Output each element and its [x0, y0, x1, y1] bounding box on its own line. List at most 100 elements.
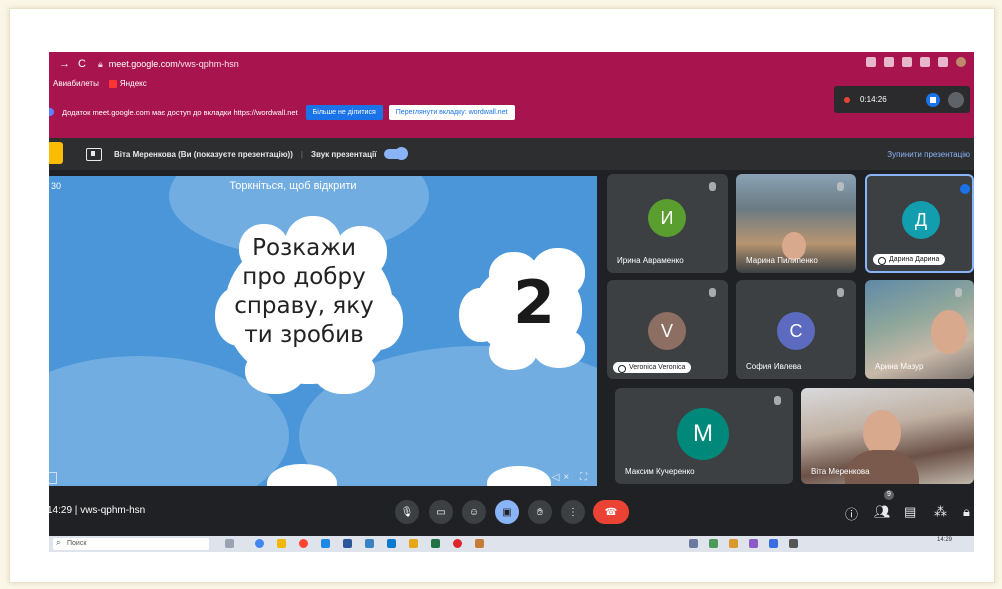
raise-hand-button[interactable]: ✋︎ — [528, 500, 552, 524]
back-forward-reload-icons[interactable]: →C — [59, 58, 94, 70]
participant-tile-maksym[interactable]: M Максим Кучеренко — [615, 388, 793, 484]
meeting-info: 14:29 | vws-qphm-hsn — [49, 505, 145, 516]
recording-dot-icon — [844, 96, 850, 103]
slide-number: 2 — [513, 268, 555, 338]
participant-tile-daryna[interactable]: Д Дарина Дарина — [865, 174, 974, 273]
presenting-bar: Віта Меренкова (Ви (показуєте презентаці… — [49, 138, 974, 170]
participant-name: Veronica Veronica — [613, 362, 692, 373]
toolbar-icons — [866, 57, 966, 67]
participant-name: Арина Мазур — [875, 362, 924, 371]
leave-call-button[interactable]: ☎︎ — [593, 500, 629, 524]
participant-tile-veronica[interactable]: V Veronica Veronica — [607, 280, 728, 379]
participant-tile-vita[interactable]: Віта Меренкова — [801, 388, 974, 484]
slide-topbar: 30 Торкніться, щоб відкрити — [49, 176, 597, 198]
yandex-icon — [108, 79, 117, 88]
recording-time: 0:14:26 — [860, 95, 887, 104]
paint-icon[interactable] — [475, 539, 484, 548]
word-icon[interactable] — [343, 539, 352, 548]
cloud-part — [245, 348, 305, 394]
chrome-icon[interactable] — [255, 539, 264, 548]
yandex-browser-icon[interactable] — [299, 539, 308, 548]
participant-name: Марина Пилипенко — [746, 256, 818, 265]
lock-icon: 🔒︎ — [97, 58, 103, 69]
presentation-sound-label: Звук презентації — [310, 149, 377, 159]
more-options-button[interactable]: ⋮ — [561, 500, 585, 524]
address-bar[interactable]: meet.google.com/vws-qphm-hsn — [109, 59, 239, 69]
recording-panel: 0:14:26 — [834, 86, 970, 113]
taskview-icon[interactable] — [225, 539, 234, 548]
cloud-part — [313, 348, 375, 394]
avatar: M — [677, 408, 729, 460]
bookmark-star-icon[interactable] — [884, 57, 894, 67]
presentation-slide[interactable]: 30 Торкніться, щоб відкрити Розкажи про … — [49, 176, 597, 486]
mic-muted-icon — [955, 288, 962, 297]
switch-tab-button[interactable]: Переглянути вкладку: wordwall.net — [388, 104, 515, 120]
explorer-icon[interactable] — [277, 539, 286, 548]
taskbar-clock: 14:29 — [936, 537, 952, 543]
search-icon: ⌕ — [56, 538, 61, 547]
store-icon[interactable] — [365, 539, 374, 548]
tray-icon — [709, 539, 718, 548]
browser-chrome: →C 🔒︎ meet.google.com/vws-qphm-hsn Авиаб… — [49, 52, 974, 138]
lock-icon[interactable]: 🔒︎ — [963, 504, 970, 520]
participant-name: Максим Кучеренко — [625, 467, 695, 476]
tray-icon — [749, 539, 758, 548]
sound-fullscreen-icons[interactable]: ◁× ⛶ — [552, 472, 591, 483]
participant-name: Ирина Авраменко — [617, 256, 684, 265]
participant-tile-sofia[interactable]: С София Ивлева — [736, 280, 856, 379]
people-icon[interactable]: 👥︎ — [874, 504, 891, 520]
app-icon[interactable] — [387, 539, 396, 548]
sidebar-icon[interactable] — [938, 57, 948, 67]
participant-tile-iryna[interactable]: И Ирина Авраменко — [607, 174, 728, 273]
tray-icon — [729, 539, 738, 548]
bookmark-label: Яндекс — [119, 79, 147, 88]
participant-name: Віта Меренкова — [811, 467, 870, 476]
taskbar-search[interactable]: Поиск — [53, 538, 209, 550]
question-text: Розкажи про добру справу, яку ти зробив — [234, 235, 374, 348]
participant-name: Дарина Дарина — [873, 254, 946, 265]
mail-icon[interactable] — [321, 539, 330, 548]
mic-muted-icon — [837, 288, 844, 297]
tray-icon — [789, 539, 798, 548]
mic-muted-icon — [774, 396, 781, 405]
opera-icon[interactable] — [453, 539, 462, 548]
mic-muted-icon — [837, 182, 844, 191]
avatar: Д — [902, 201, 940, 239]
meet-window: →C 🔒︎ meet.google.com/vws-qphm-hsn Авиаб… — [49, 52, 974, 552]
chat-icon[interactable]: ▤ — [904, 504, 916, 520]
people-count-badge: 9 — [884, 490, 894, 500]
info-icon[interactable]: ⓘ — [845, 504, 858, 523]
activities-icon[interactable]: ⁂ — [934, 504, 947, 520]
mic-off-icon[interactable] — [948, 92, 964, 108]
emoji-button[interactable]: ☺ — [462, 500, 486, 524]
participant-tile-maryna[interactable]: Марина Пилипенко — [736, 174, 856, 273]
share-icon[interactable] — [866, 57, 876, 67]
presentation-sound-toggle[interactable] — [384, 147, 409, 160]
meeting-controls-bar: 14:29 | vws-qphm-hsn 🎙︎ ▭ ☺ ▣ ✋︎ ⋮ ☎︎ ⓘ … — [49, 488, 974, 534]
puzzle-icon[interactable] — [920, 57, 930, 67]
participant-name: София Ивлева — [746, 362, 802, 371]
excel-icon[interactable] — [431, 539, 440, 548]
windows-taskbar: Поиск ⌕ 14:29 — [49, 536, 974, 552]
stop-presenting-button[interactable]: Зупинити презентацію — [887, 150, 970, 159]
extensions-icon[interactable] — [902, 57, 912, 67]
stop-sharing-button[interactable]: Більше не ділитися — [305, 104, 383, 120]
slide-menu-icon[interactable] — [49, 472, 57, 484]
tap-to-open-hint[interactable]: Торкніться, щоб відкрити — [49, 180, 597, 192]
mic-muted-icon — [709, 182, 716, 191]
profile-avatar-icon[interactable] — [956, 57, 966, 67]
camera-button[interactable]: ▭ — [429, 500, 453, 524]
bookmark-item-yandex[interactable]: Яндекс — [108, 79, 147, 88]
present-button[interactable]: ▣ — [495, 500, 519, 524]
folder-icon[interactable] — [409, 539, 418, 548]
presenter-label: Віта Меренкова (Ви (показуєте презентаці… — [114, 149, 293, 159]
divider: | — [72, 505, 81, 516]
participant-tile-aryna[interactable]: Арина Мазур — [865, 280, 974, 379]
speaking-icon — [960, 184, 970, 194]
present-screen-icon — [86, 147, 102, 161]
bookmark-item-aviabilety[interactable]: Авиабилеты — [53, 79, 99, 88]
url-domain: meet.google.com — [108, 59, 178, 69]
microphone-button[interactable]: 🎙︎ — [395, 500, 419, 524]
share-notice: Додаток meet.google.com має доступ до вк… — [62, 107, 298, 117]
stop-recording-icon[interactable] — [926, 93, 940, 107]
